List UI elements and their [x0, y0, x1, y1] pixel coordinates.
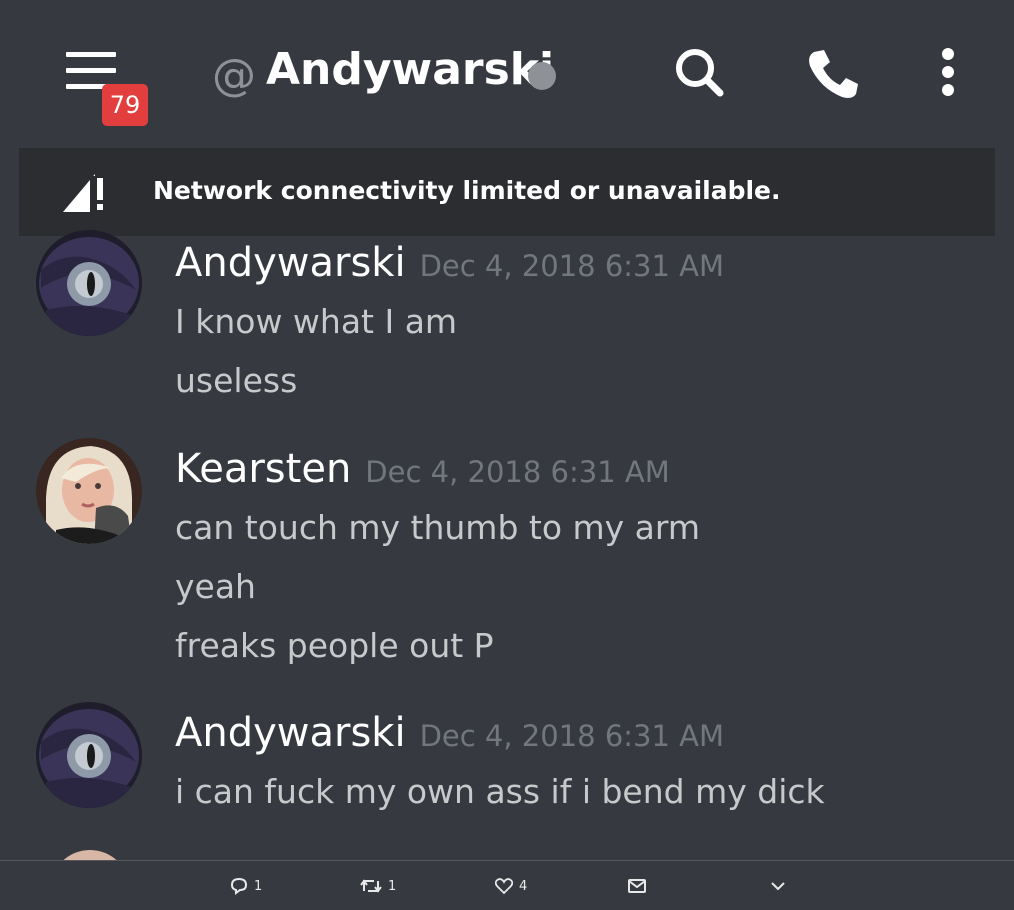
- chevron-down-icon: [771, 882, 785, 891]
- signal-warning-icon: [61, 170, 105, 214]
- chat-header: 79 @ Andywarski: [0, 0, 1014, 148]
- message-group: Kearsten Dec 4, 2018 6:31 AM can touch my…: [0, 436, 1014, 696]
- avatar[interactable]: [36, 230, 142, 336]
- message-timestamp: Dec 4, 2018 6:31 AM: [419, 249, 725, 283]
- message-line: can touch my thumb to my arm: [175, 508, 701, 547]
- message-line: freaks people out P: [175, 626, 494, 665]
- unread-badge: 79: [102, 84, 148, 126]
- channel-title: Andywarski: [266, 44, 555, 95]
- message-line: i can fuck my own ass if i bend my dick: [175, 772, 825, 811]
- message-author[interactable]: Andywarski Dec 4, 2018 6:31 AM: [175, 240, 724, 286]
- phone-icon[interactable]: [802, 44, 862, 104]
- status-indicator: [528, 62, 556, 90]
- reply-count: 1: [254, 878, 263, 894]
- message-group: Andywarski Dec 4, 2018 6:31 AM I know wha…: [0, 230, 1014, 436]
- tweet-action-bar: 1 1 4: [0, 861, 1014, 910]
- banner-text: Network connectivity limited or unavaila…: [153, 176, 781, 205]
- network-warning-banner: Network connectivity limited or unavaila…: [19, 148, 995, 236]
- retweet-count: 1: [388, 878, 397, 894]
- more-options-button[interactable]: [770, 875, 786, 897]
- avatar[interactable]: [36, 438, 142, 544]
- message-timestamp: Dec 4, 2018 6:31 AM: [365, 455, 670, 489]
- direct-message-button[interactable]: [628, 875, 646, 897]
- reply-button[interactable]: 1: [230, 875, 262, 897]
- like-count: 4: [519, 878, 528, 894]
- heart-icon: [495, 878, 513, 895]
- message-group: Andywarski Dec 4, 2018 6:31 AM i can fuck…: [0, 700, 1014, 840]
- retweet-button[interactable]: 1: [360, 875, 396, 897]
- like-button[interactable]: 4: [495, 875, 527, 897]
- message-line: yeah: [175, 567, 256, 606]
- message-author[interactable]: Kearsten Dec 4, 2018 6:31 AM: [175, 446, 670, 492]
- message-author[interactable]: Andywarski Dec 4, 2018 6:31 AM: [175, 710, 724, 756]
- message-line: I know what I am: [175, 302, 458, 341]
- more-vertical-icon[interactable]: [918, 44, 978, 104]
- retweet-icon: [360, 879, 382, 893]
- message-line: useless: [175, 361, 298, 400]
- message-timestamp: Dec 4, 2018 6:31 AM: [419, 719, 725, 753]
- at-symbol: @: [212, 50, 256, 101]
- mail-icon: [628, 879, 646, 893]
- search-icon[interactable]: [670, 44, 730, 104]
- avatar[interactable]: [36, 702, 142, 808]
- reply-icon: [230, 877, 248, 895]
